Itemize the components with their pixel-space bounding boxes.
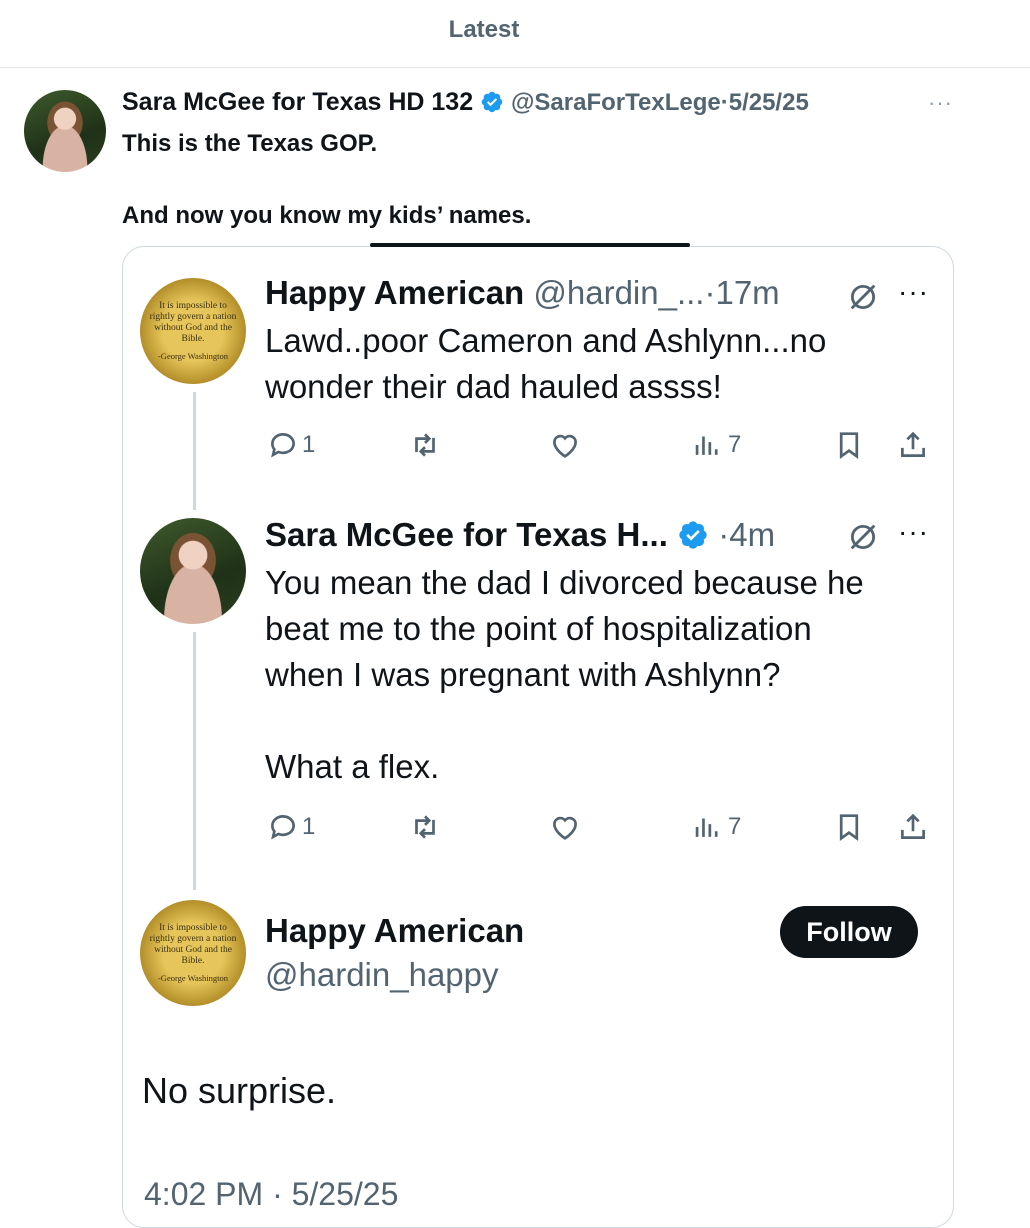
author-handle[interactable]: @SaraForTexLege [511, 89, 721, 116]
views-count: 7 [728, 431, 742, 458]
heart-icon [553, 816, 577, 840]
tweet-date[interactable]: 5/25/25 [729, 89, 809, 116]
reply-time[interactable]: 4m [729, 516, 775, 553]
author-name[interactable]: Sara McGee for Texas HD 132 [122, 88, 473, 116]
reply-icon [271, 433, 295, 458]
sara-avatar[interactable] [140, 518, 246, 624]
reply-author-name[interactable]: Happy American [265, 274, 524, 311]
bookmark-icon[interactable] [832, 428, 866, 462]
reply-count: 1 [302, 813, 316, 840]
repost-icon [415, 815, 435, 839]
like-button[interactable] [548, 810, 582, 844]
views-button[interactable]: 7 [690, 428, 741, 462]
share-icon[interactable] [896, 810, 930, 844]
page-title: Latest [448, 16, 520, 43]
like-button[interactable] [548, 428, 582, 462]
avatar-attribution: -George Washington [157, 351, 229, 361]
reply-icon [271, 815, 295, 840]
tweet-text-line: And now you know my kids’ names. [122, 202, 532, 229]
author-avatar[interactable] [24, 90, 106, 172]
views-icon [695, 818, 718, 837]
reply-header: Happy American @hardin_...·17m [265, 274, 780, 312]
reply-text-line: Lawd..poor Cameron and Ashlynn...no [265, 322, 827, 359]
tweet-header: Sara McGee for Texas HD 132 @SaraForTexL… [122, 88, 809, 117]
heart-icon [553, 434, 577, 458]
reply-header: Sara McGee for Texas H... ·4m [265, 516, 775, 554]
more-options-icon[interactable]: ··· [928, 90, 953, 116]
repost-icon [415, 433, 435, 457]
reply-text-line: beat me to the point of hospitalization [265, 610, 812, 647]
tweet-text: This is the Texas GOP. And now you know … [122, 126, 531, 234]
reply-button[interactable]: 1 [266, 428, 315, 462]
header-divider [0, 67, 1030, 68]
reply-button[interactable]: 1 [266, 810, 315, 844]
bookmark-icon[interactable] [832, 810, 866, 844]
focused-author-handle[interactable]: @hardin_happy [265, 956, 499, 994]
dot-separator: · [704, 274, 716, 311]
reply-text: Lawd..poor Cameron and Ashlynn...no wond… [265, 318, 826, 410]
thread-line [193, 392, 196, 510]
focused-author-name[interactable]: Happy American [265, 912, 524, 950]
dot-separator: · [720, 89, 729, 116]
avatar-quote: It is impossible to rightly govern a nat… [149, 301, 237, 344]
reply-text-line: What a flex. [265, 748, 440, 785]
grok-icon[interactable] [846, 520, 880, 554]
views-count: 7 [728, 813, 742, 840]
verified-badge-icon [481, 91, 503, 113]
reply-author-name[interactable]: Sara McGee for Texas H... [265, 516, 668, 553]
tweet-timestamp[interactable]: 4:02 PM · 5/25/25 [144, 1176, 398, 1213]
repost-button[interactable] [408, 810, 442, 844]
focused-tweet-text: No surprise. [142, 1070, 337, 1111]
happy-american-avatar[interactable]: It is impossible to rightly govern a nat… [140, 278, 246, 384]
tweet-text-line: This is the Texas GOP. [122, 130, 378, 157]
dot-separator: · [718, 516, 730, 553]
verified-badge-icon [679, 521, 707, 549]
follow-button[interactable]: Follow [780, 906, 918, 958]
reply-time[interactable]: 17m [715, 274, 779, 311]
reply-text-line: You mean the dad I divorced because he [265, 564, 864, 601]
reply-handle[interactable]: @hardin_... [533, 274, 704, 311]
happy-american-avatar[interactable]: It is impossible to rightly govern a nat… [140, 900, 246, 1006]
share-icon[interactable] [896, 428, 930, 462]
avatar-quote: It is impossible to rightly govern a nat… [149, 923, 237, 966]
thread-line [193, 632, 196, 890]
views-icon [695, 436, 718, 455]
more-options-icon[interactable]: ··· [898, 516, 929, 548]
repost-button[interactable] [408, 428, 442, 462]
reply-text-line: when I was pregnant with Ashlynn? [265, 656, 781, 693]
avatar-attribution: -George Washington [157, 973, 229, 983]
reply-text-line: wonder their dad hauled assss! [265, 368, 722, 405]
more-options-icon[interactable]: ··· [898, 276, 929, 308]
reply-text: You mean the dad I divorced because he b… [265, 560, 864, 790]
card-top-edge [370, 243, 690, 247]
grok-icon[interactable] [846, 280, 880, 314]
views-button[interactable]: 7 [690, 810, 741, 844]
reply-count: 1 [302, 431, 316, 458]
